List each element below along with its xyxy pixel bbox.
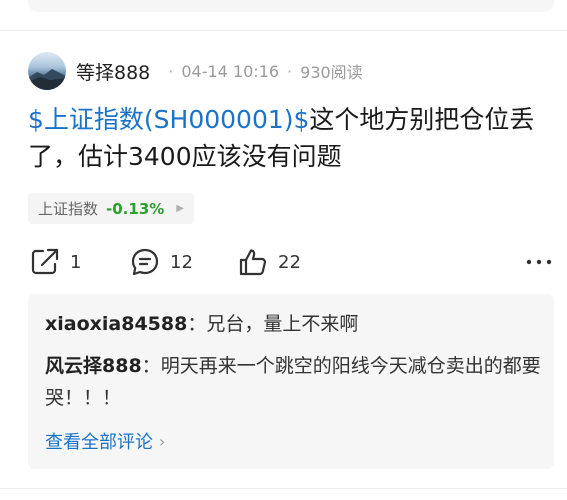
- share-count: 1: [70, 251, 82, 273]
- divider: [0, 488, 567, 489]
- comment-button[interactable]: 12: [130, 244, 193, 280]
- post-header: 等择888 · 04-14 10:16 · 930阅读: [28, 52, 363, 90]
- avatar[interactable]: [28, 52, 66, 90]
- thumbs-up-icon: [239, 249, 267, 276]
- author-name[interactable]: 等择888: [76, 58, 150, 85]
- comment-item: xiaoxia84588：兄台，量上不来啊: [45, 308, 545, 340]
- view-all-comments-link[interactable]: 查看全部评论 ›: [45, 428, 165, 454]
- stock-mention-link[interactable]: $上证指数(SH000001)$: [28, 105, 309, 134]
- divider: [0, 30, 567, 31]
- comment-preview-box[interactable]: xiaoxia84588：兄台，量上不来啊 风云择888：明天再来一个跳空的阳线…: [28, 294, 554, 469]
- meta-separator: ·: [168, 61, 174, 81]
- post-meta: · 04-14 10:16 · 930阅读: [160, 59, 362, 83]
- comment-count: 12: [170, 251, 193, 273]
- stock-name: 上证指数: [38, 200, 99, 218]
- more-options-button[interactable]: [524, 244, 554, 280]
- play-arrow-icon: ▶: [176, 203, 184, 214]
- comment-username[interactable]: 风云择888: [45, 355, 142, 377]
- comment-icon: [131, 248, 159, 276]
- post-content: $上证指数(SH000001)$这个地方别把仓位丢了，估计3400应该没有问题: [28, 101, 553, 175]
- meta-separator: ·: [287, 61, 293, 81]
- action-bar: 1 12 22: [30, 244, 555, 280]
- post-date: 04-14 10:16: [181, 61, 280, 81]
- comment-text: 兄台，量上不来啊: [206, 313, 359, 335]
- comment-colon: ：: [141, 355, 161, 377]
- stock-change: -0.13%: [106, 199, 165, 218]
- view-all-label: 查看全部评论: [45, 432, 153, 453]
- previous-post-card: [28, 0, 554, 12]
- comment-colon: ：: [187, 313, 207, 335]
- chevron-right-icon: ›: [159, 431, 166, 451]
- like-count: 22: [278, 251, 301, 273]
- read-count: 930阅读: [300, 63, 363, 82]
- more-icon: [526, 259, 552, 265]
- comment-username[interactable]: xiaoxia84588: [45, 313, 187, 335]
- share-button[interactable]: 1: [30, 244, 81, 280]
- like-button[interactable]: 22: [238, 244, 301, 280]
- comment-item: 风云择888：明天再来一个跳空的阳线今天减仓卖出的都要哭！！！: [45, 350, 545, 414]
- share-icon: [31, 248, 59, 275]
- stock-quote-chip[interactable]: 上证指数 -0.13% ▶: [28, 193, 194, 224]
